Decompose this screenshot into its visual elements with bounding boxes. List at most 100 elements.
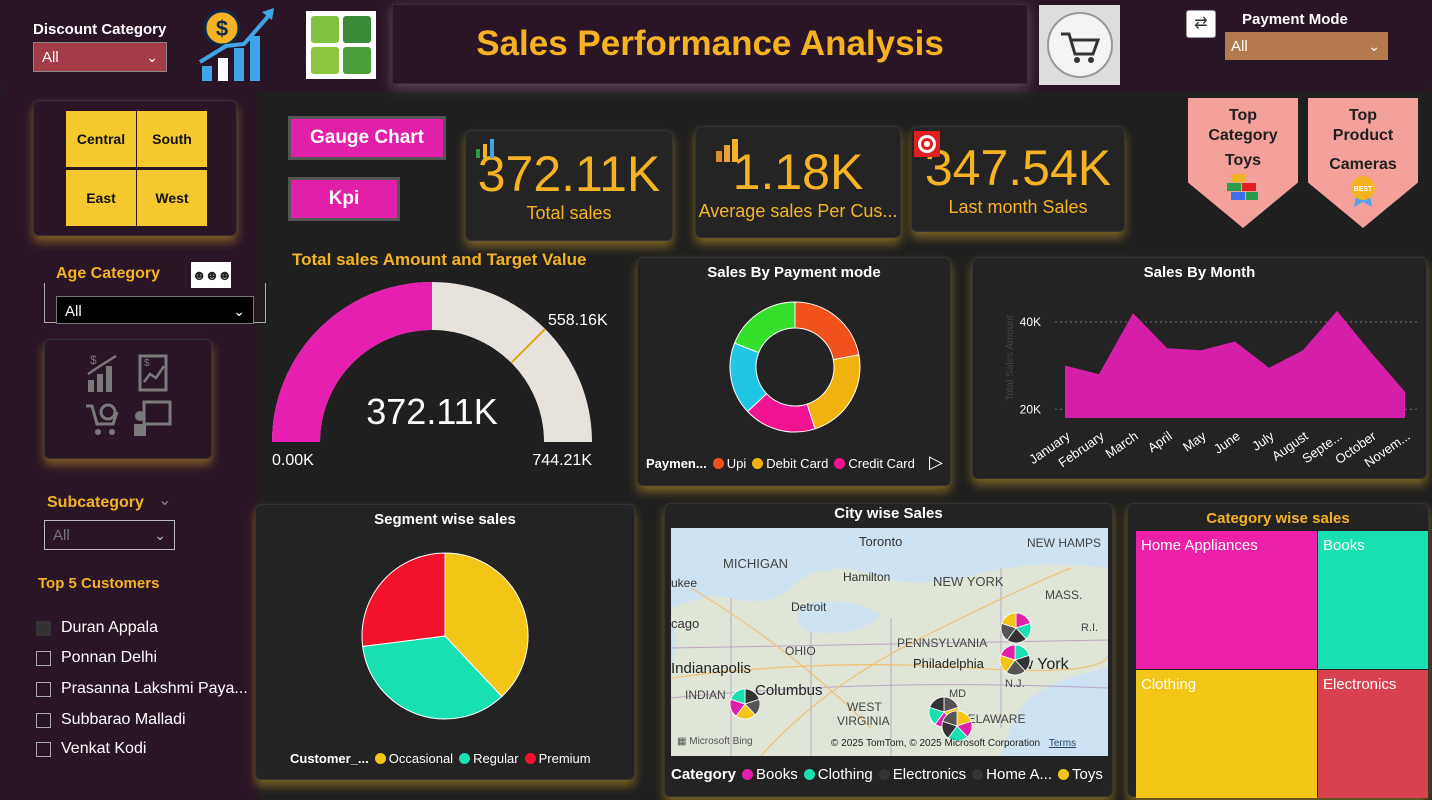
logo-cell-icon [311, 16, 339, 43]
map-markers [729, 612, 1032, 742]
legend-swatch [374, 753, 386, 764]
region-east[interactable]: East [66, 170, 136, 226]
x-tick-label: April [1145, 428, 1175, 455]
customer-item[interactable]: Subbarao Malladi [36, 711, 186, 729]
region-central[interactable]: Central [66, 111, 136, 167]
svg-text:$: $ [216, 16, 228, 41]
payment-mode-panel: Sales By Payment mode Paymen... Upi Debi… [637, 257, 951, 486]
customer-item[interactable]: Prasanna Lakshmi Paya... [36, 680, 248, 698]
legend-item: Electronics [892, 766, 967, 783]
svg-text:$: $ [144, 358, 150, 369]
treemap-home-appliances[interactable]: Home Appliances [1136, 531, 1317, 669]
legend-item: Premium [538, 751, 591, 766]
legend-next-icon[interactable]: ▷ [929, 452, 943, 473]
legend-item: Toys [1072, 766, 1103, 783]
payment-mode-icon: ⇄ [1186, 10, 1216, 38]
checkbox[interactable] [36, 650, 51, 666]
kpi-value: 347.54K [924, 140, 1112, 196]
subcategory-label: Subcategory [47, 494, 144, 511]
title-banner: Sales Performance Analysis [392, 4, 1028, 84]
kpi-button[interactable]: Kpi [288, 177, 400, 221]
segment-panel: Segment wise sales Customer_... Occasion… [255, 504, 635, 780]
legend-title: Category [671, 766, 737, 783]
age-dropdown[interactable]: All ⌄ [56, 296, 254, 324]
gauge-max-label: 744.21K [532, 452, 592, 469]
checkbox[interactable] [36, 712, 51, 728]
map-labels: Toronto MICHIGAN Hamilton NEW YORK NEW HAMPS… [671, 528, 1108, 756]
gauge-chart: 372.11K 0.00K 744.21K 558.16K [272, 282, 608, 469]
payment-donut [729, 301, 861, 433]
customer-name: Subbarao Malladi [61, 711, 186, 728]
x-tick-label: May [1180, 428, 1209, 455]
donut-slice-net-banking [733, 301, 796, 354]
cart-search-icon[interactable] [86, 403, 119, 435]
legend-item: Regular [473, 751, 519, 766]
presentation-icon[interactable] [134, 400, 172, 436]
legend-swatch [834, 458, 846, 469]
checkbox[interactable] [36, 741, 51, 757]
customer-item[interactable]: Venkat Kodi [36, 740, 146, 758]
report-icon[interactable]: $ [138, 354, 168, 392]
page-title: Sales Performance Analysis [476, 24, 944, 63]
chart-title: Category wise sales [1206, 510, 1350, 527]
customer-name: Venkat Kodi [61, 740, 147, 757]
treemap-books[interactable]: Books [1318, 531, 1428, 669]
y-axis-label: Total Sales Amount [1005, 315, 1016, 401]
legend-item: Credit Card [848, 456, 915, 471]
region-west[interactable]: West [137, 170, 207, 226]
city-map-panel: City wise Sales Toronto MICHIGAN Hamilton N… [664, 503, 1113, 797]
top-category-title: Top Category [1208, 107, 1278, 144]
nav-icons: $ $ [86, 353, 172, 436]
top-category-value: Toys [1224, 152, 1262, 169]
category-legend: Category Books Clothing Electronics Home… [671, 766, 1103, 783]
legend-item: Upi [726, 456, 747, 471]
logo-cell-icon [343, 47, 371, 74]
discount-label: Discount Category [33, 21, 167, 38]
legend-swatch [712, 458, 724, 469]
logo-cell-icon [311, 47, 339, 74]
payment-dropdown[interactable]: All ⌄ [1225, 32, 1388, 60]
customer-item[interactable]: Ponnan Delhi [36, 649, 157, 667]
gauge-min-label: 0.00K [272, 452, 314, 469]
treemap-clothing[interactable]: Clothing [1136, 670, 1317, 798]
legend-swatch [752, 458, 764, 469]
legend-swatch [524, 753, 536, 764]
bar-chart-icon [476, 139, 494, 158]
subcategory-value: All [53, 527, 70, 544]
legend-item: Debit Card [766, 456, 829, 471]
treemap-electronics[interactable]: Electronics [1318, 670, 1428, 798]
chevron-down-icon[interactable]: ⌄ [158, 490, 171, 510]
checkbox[interactable] [36, 620, 51, 636]
subcategory-dropdown[interactable]: All ⌄ [44, 520, 175, 550]
top-product-value: Cameras [1329, 156, 1397, 173]
map-attribution: © 2025 TomTom, © 2025 Microsoft Corporat… [831, 738, 1076, 749]
checkbox[interactable] [36, 681, 51, 697]
svg-text:$: $ [90, 353, 97, 367]
shop-logo-grid [306, 11, 376, 79]
attribution-text: © 2025 TomTom, © 2025 Microsoft Corporat… [831, 738, 1041, 749]
legend-item: Books [756, 766, 798, 783]
customer-item[interactable]: Duran Appala [36, 619, 158, 637]
terms-link[interactable]: Terms [1049, 738, 1076, 749]
x-tick-label: June [1211, 428, 1243, 456]
chart-title: City wise Sales [834, 505, 943, 522]
discount-dropdown[interactable]: All ⌄ [33, 42, 167, 72]
donut-slice-debit-card [806, 354, 861, 430]
sales-growth-icon[interactable]: $ [87, 353, 117, 392]
shopping-cart-icon [1046, 12, 1113, 78]
top-product-badge: Top Product Cameras BEST [1308, 98, 1418, 228]
legend-swatch [742, 769, 754, 780]
region-south[interactable]: South [137, 111, 207, 167]
logo-cell-icon [343, 16, 371, 43]
chart-title: Sales By Month [1143, 264, 1256, 281]
coins-icon [716, 139, 738, 162]
payment-legend: Paymen... Upi Debit Card Credit Card [646, 456, 915, 471]
legend-item: Clothing [817, 766, 873, 783]
legend-swatch [803, 769, 815, 780]
y-tick-label: 40K [1020, 315, 1041, 329]
segment-legend: Customer_... Occasional Regular Premium [290, 751, 591, 766]
legend-swatch [972, 769, 984, 780]
gauge-chart-button[interactable]: Gauge Chart [288, 116, 446, 160]
kpi-label: Total sales [526, 203, 612, 223]
windows-icon: ▦ [677, 736, 687, 747]
